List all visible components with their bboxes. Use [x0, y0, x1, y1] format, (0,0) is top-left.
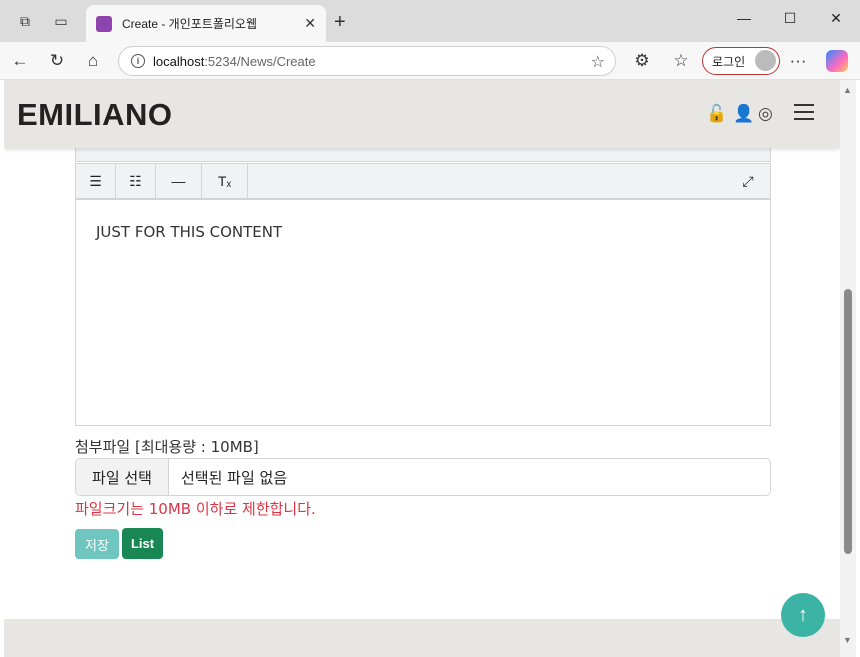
maximize-icon[interactable]: ☐: [780, 10, 800, 27]
file-input[interactable]: 파일 선택 선택된 파일 없음: [75, 458, 771, 496]
new-tab-button[interactable]: +: [334, 11, 346, 34]
favorite-star-icon[interactable]: ☆: [591, 52, 605, 72]
minimize-icon[interactable]: —: [734, 10, 754, 26]
address-bar[interactable]: i localhost:5234/News/Create ☆: [118, 46, 616, 76]
scroll-to-top-button[interactable]: ↑: [781, 593, 825, 637]
home-icon[interactable]: ⌂: [83, 51, 103, 71]
choose-file-button[interactable]: 파일 선택: [76, 459, 169, 495]
url-host: localhost: [153, 53, 205, 69]
arrow-up-icon: ↑: [798, 603, 808, 626]
avatar-icon: [755, 50, 776, 71]
close-window-icon[interactable]: ✕: [826, 10, 846, 27]
bullet-list-icon[interactable]: ☰: [76, 164, 116, 198]
web-page: EMILIANO 🔓 👤 ◎ ☰ ☷ — Tₓ ⤢ JUST FOR THIS …: [4, 80, 840, 657]
site-logo[interactable]: EMILIANO: [17, 97, 173, 133]
horizontal-rule-icon[interactable]: —: [156, 164, 202, 198]
scroll-up-arrow-icon[interactable]: ▲: [843, 85, 852, 95]
back-icon[interactable]: ←: [10, 51, 30, 71]
site-favicon-icon: [96, 15, 112, 32]
save-button[interactable]: 저장: [75, 529, 119, 559]
add-user-icon[interactable]: 👤: [733, 104, 754, 124]
scroll-down-arrow-icon[interactable]: ▼: [843, 635, 852, 645]
fullscreen-icon[interactable]: ⤢: [728, 164, 768, 198]
more-menu-icon[interactable]: ···: [788, 51, 808, 71]
attachment-label: 첨부파일 [최대용량 : 10MB]: [75, 438, 259, 456]
copilot-icon[interactable]: [826, 50, 848, 72]
file-status: 선택된 파일 없음: [181, 468, 288, 487]
list-button[interactable]: List: [122, 528, 163, 559]
url-path: :5234/News/Create: [204, 53, 316, 69]
favorites-icon[interactable]: ☆: [671, 51, 691, 71]
editor-text: JUST FOR THIS CONTENT: [96, 223, 283, 241]
scrollbar-thumb[interactable]: [844, 289, 852, 554]
workspaces-icon[interactable]: ⧉: [16, 12, 34, 30]
refresh-icon[interactable]: ↻: [47, 51, 67, 71]
tab-actions-icon[interactable]: ▭: [52, 12, 70, 30]
browser-toolbar: ← ↻ ⌂ i localhost:5234/News/Create ☆ ⚙ ☆…: [0, 42, 860, 80]
browser-tab[interactable]: Create - 개인포트폴리오웹 ✕: [86, 5, 326, 42]
file-size-warning: 파일크기는 10MB 이하로 제한합니다.: [75, 500, 316, 518]
profile-login-button[interactable]: 로그인: [702, 47, 780, 75]
editor-content-area[interactable]: JUST FOR THIS CONTENT: [75, 199, 771, 426]
browser-titlebar: ⧉ ▭ Create - 개인포트폴리오웹 ✕ + — ☐ ✕: [0, 0, 860, 42]
extensions-icon[interactable]: ⚙: [632, 51, 652, 71]
tab-title: Create - 개인포트폴리오웹: [122, 17, 258, 31]
editor-toolbar-row-2: ☰ ☷ — Tₓ ⤢: [75, 163, 771, 199]
numbered-list-icon[interactable]: ☷: [116, 164, 156, 198]
site-footer: [4, 619, 840, 657]
clear-format-icon[interactable]: Tₓ: [202, 164, 248, 198]
unlock-icon[interactable]: 🔓: [706, 104, 727, 124]
site-header: EMILIANO 🔓 👤 ◎: [4, 80, 840, 148]
hamburger-menu-icon[interactable]: [794, 104, 814, 120]
site-info-icon[interactable]: i: [131, 54, 145, 68]
login-label: 로그인: [712, 54, 746, 69]
page-scrollbar[interactable]: ▲ ▼: [840, 80, 856, 657]
close-tab-icon[interactable]: ✕: [304, 15, 316, 32]
instagram-icon[interactable]: ◎: [758, 104, 773, 124]
